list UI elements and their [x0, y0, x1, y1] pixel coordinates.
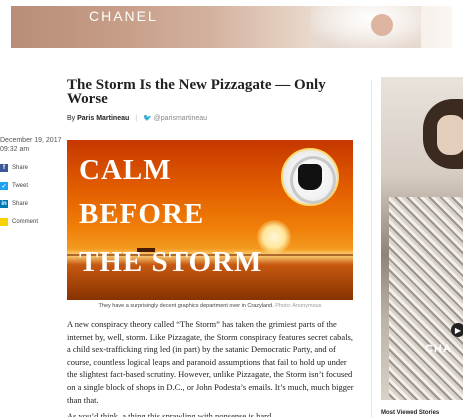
publish-date: December 19, 2017 09:32 am — [0, 136, 61, 154]
play-icon[interactable]: ▶ — [451, 323, 463, 337]
top-banner-ad[interactable]: CHANEL — [11, 6, 452, 48]
article-paragraph-2: As you’d think, a thing this sprawling w… — [67, 411, 272, 417]
lion-emblem-icon — [281, 148, 339, 206]
caption-credit: Photo: Anonymous — [275, 303, 322, 309]
share-linkedin-label: Share — [12, 201, 29, 207]
byline: By Paris Martineau | 🐦 @parismartineau — [67, 114, 207, 122]
linkedin-icon: in — [0, 200, 8, 208]
hero-image: CALM BEFORE THE STORM — [67, 140, 353, 300]
author-link[interactable]: Paris Martineau — [77, 115, 129, 122]
hero-text-line-3: THE STORM — [79, 246, 263, 278]
ad-model-face — [437, 115, 463, 155]
share-twitter-label: Tweet — [12, 183, 29, 189]
publish-date-day: December 19, 2017 — [0, 137, 62, 144]
article-headline: The Storm Is the New Pizzagate — Only Wo… — [67, 77, 326, 107]
ad-coat-image — [389, 197, 463, 400]
byline-divider: | — [135, 115, 138, 122]
share-linkedin-button[interactable]: in Share — [0, 200, 38, 208]
byline-prefix: By — [67, 115, 76, 122]
sidebar-ad[interactable]: ▶ CHA — [381, 77, 463, 400]
facebook-icon: f — [0, 164, 8, 172]
comment-button[interactable]: Comment — [0, 218, 38, 226]
most-viewed-heading: Most Viewed Stories — [381, 410, 440, 416]
lion-face — [298, 164, 322, 190]
ad-model-image — [311, 6, 421, 48]
article-paragraph: A new conspiracy theory called “The Stor… — [67, 319, 354, 405]
twitter-handle-link[interactable]: @parismartineau — [154, 115, 207, 122]
sidebar-ad-brand: CHA — [425, 343, 452, 355]
hero-text-line-1: CALM — [79, 154, 172, 186]
comment-icon — [0, 218, 8, 226]
hero-text-line-2: BEFORE — [79, 198, 205, 230]
column-divider — [371, 80, 372, 417]
twitter-icon: ✓ — [0, 182, 8, 190]
share-facebook-label: Share — [12, 165, 29, 171]
share-rail: f Share ✓ Tweet in Share Comment — [0, 164, 38, 236]
publish-date-time: 09:32 am — [0, 146, 30, 153]
caption-text: They have a surprisingly decent graphics… — [98, 303, 274, 309]
ad-hand-image — [371, 14, 393, 36]
share-twitter-button[interactable]: ✓ Tweet — [0, 182, 38, 190]
comment-label: Comment — [12, 219, 39, 225]
share-facebook-button[interactable]: f Share — [0, 164, 38, 172]
twitter-bird-icon: 🐦 — [143, 115, 152, 122]
ad-brand-label: CHANEL — [89, 8, 158, 24]
image-caption: They have a surprisingly decent graphics… — [67, 303, 353, 309]
